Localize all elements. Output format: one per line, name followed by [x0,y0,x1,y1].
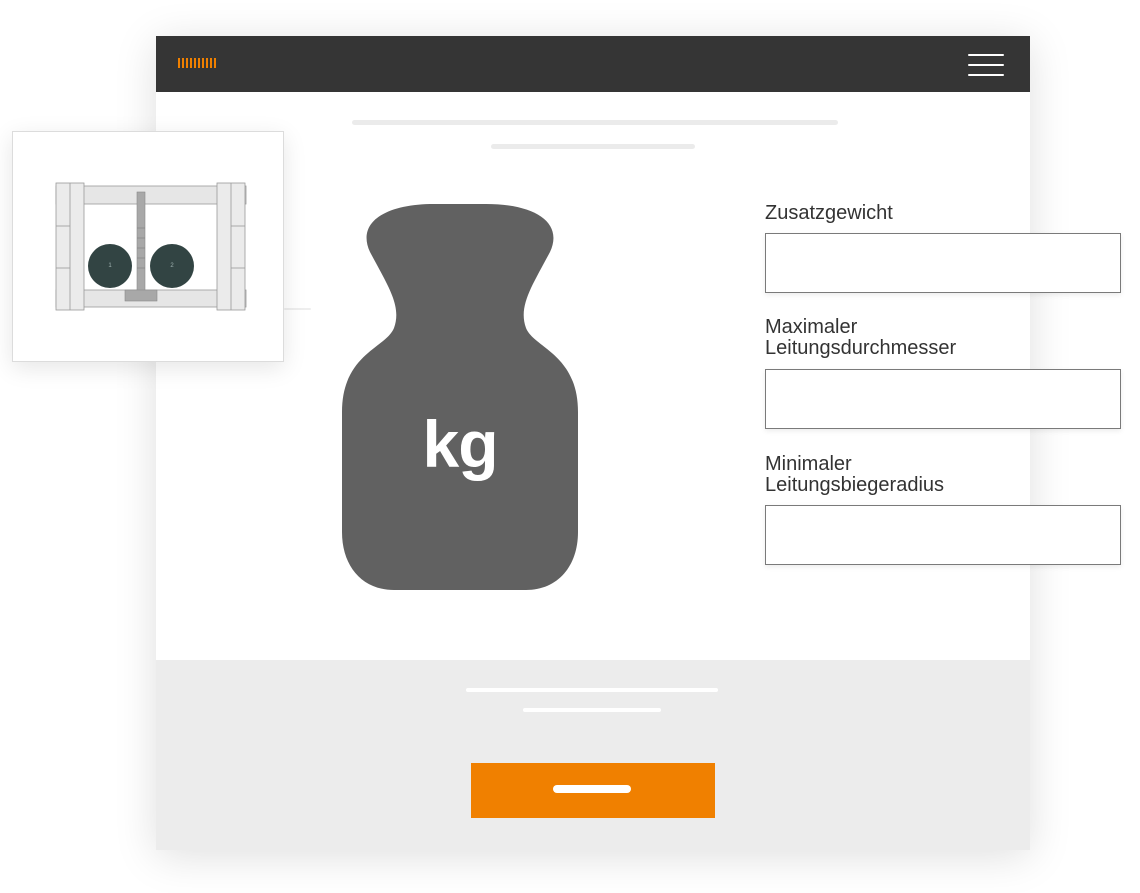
page-subtitle-placeholder [491,144,695,149]
footer-section [156,660,1030,850]
browser-window: kg [156,36,1030,850]
submit-button[interactable] [471,763,715,818]
divider-line [284,308,311,310]
label-line: Zusatzgewicht [765,202,893,224]
top-navigation-bar [156,36,1030,92]
hamburger-menu-icon[interactable] [968,54,1004,76]
wheel-label: 1 [108,263,112,269]
frame-diagram [55,182,247,311]
max-leitungsdurchmesser-input[interactable] [765,369,1121,429]
button-label-placeholder [553,785,631,793]
weight-unit-label: kg [422,407,498,481]
page-title-placeholder [352,120,838,125]
label-line: Minimaler [765,453,852,475]
footer-text-placeholder [466,688,718,692]
min-leitungsbiegeradius-label: Minimaler Leitungsbiegeradius [765,454,944,496]
zusatzgewicht-label: Zusatzgewicht [765,203,893,224]
zusatzgewicht-input[interactable] [765,233,1121,293]
preview-card[interactable]: 1 2 [12,131,284,362]
max-leitungsdurchmesser-label: Maximaler Leitungsdurchmesser [765,317,956,359]
wheel-label: 2 [170,263,174,269]
brand-logo[interactable] [178,58,220,68]
stage: kg Zusatzgewicht Maximaler Leitungsdurch… [0,0,1140,893]
kg-weight-icon [342,204,578,590]
label-line: Leitungsbiegeradius [765,474,945,496]
label-line: Leitungsdurchmesser [765,337,957,359]
label-line: Maximaler [765,316,858,338]
min-leitungsbiegeradius-input[interactable] [765,505,1121,565]
footer-subtext-placeholder [523,708,661,712]
